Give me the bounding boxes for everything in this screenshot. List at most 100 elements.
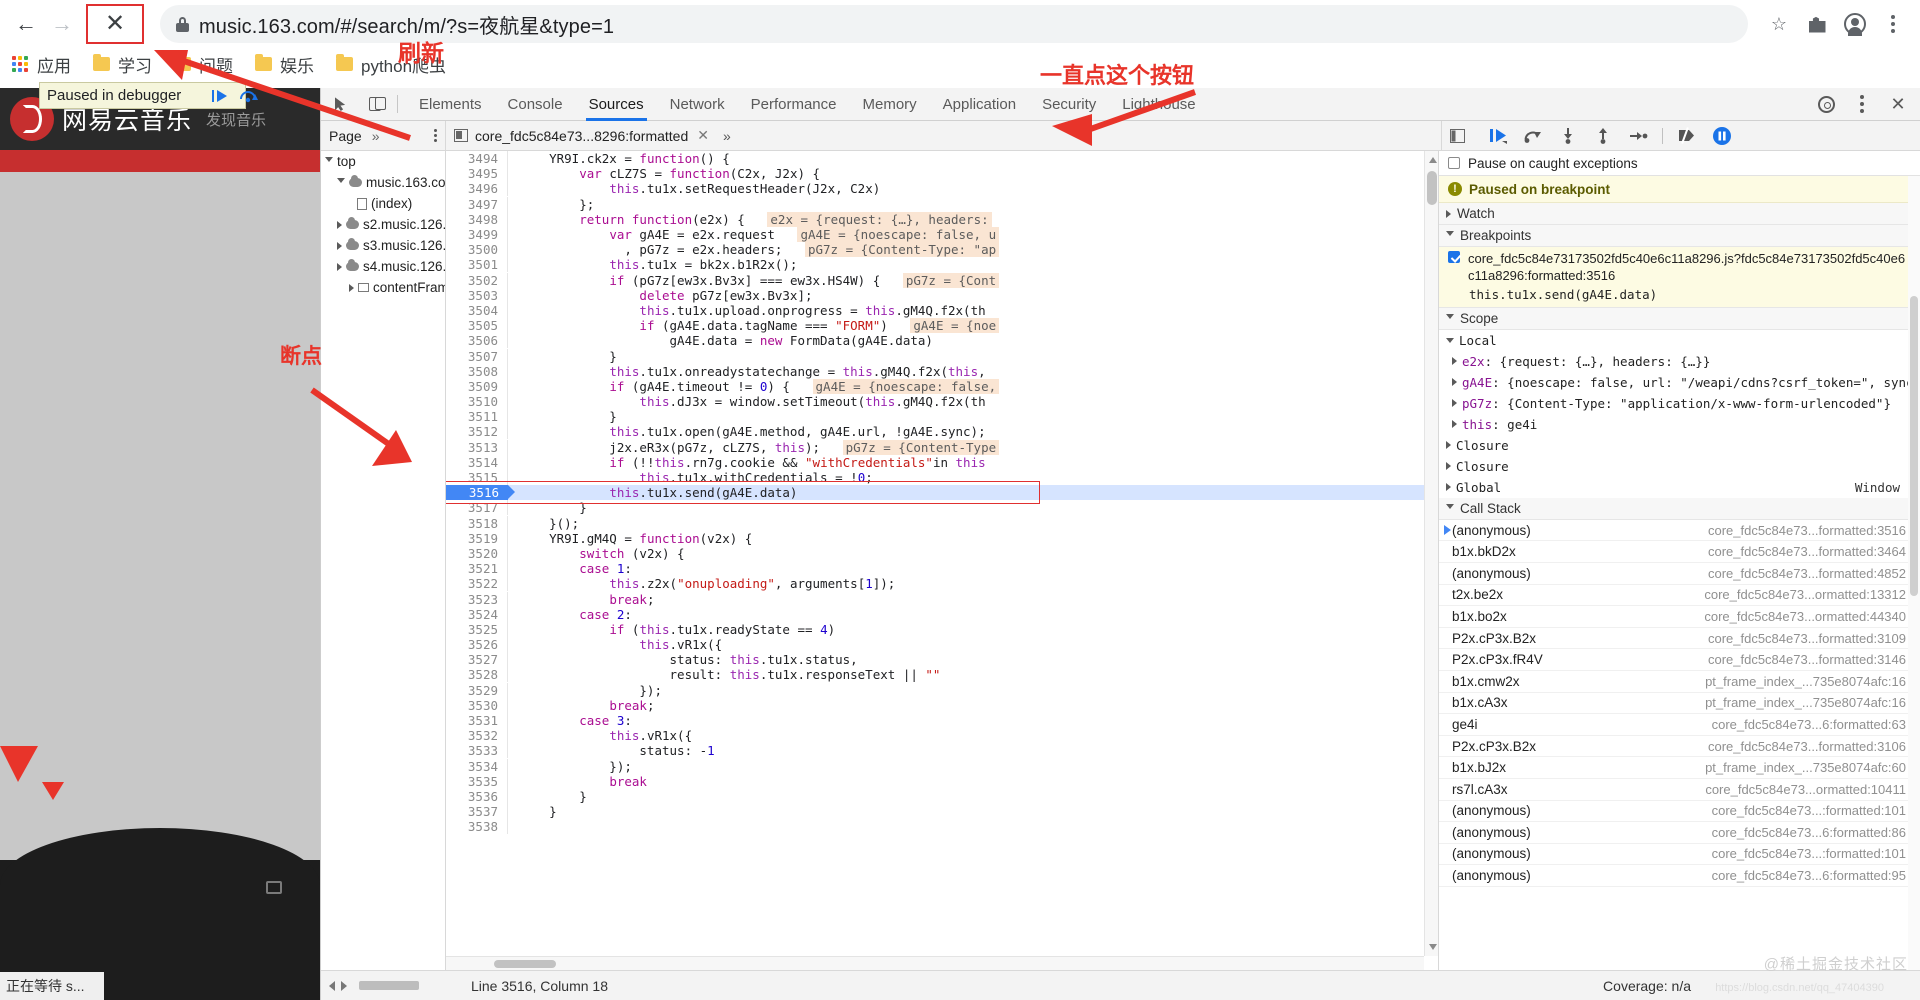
code-line[interactable]: 3518 }(); [446, 515, 1424, 531]
expand-triangle-icon[interactable] [1452, 420, 1457, 429]
call-stack-row[interactable]: b1x.bkD2x core_fdc5c84e73...formatted:346… [1439, 541, 1920, 563]
scope-variable-row[interactable]: gA4E: {noescape: false, url: "/weapi/cdn… [1439, 372, 1920, 393]
code-line[interactable]: 3499 var gA4E = e2x.request gA4E = {noes… [446, 227, 1424, 243]
tab-sources[interactable]: Sources [576, 88, 657, 121]
line-number[interactable]: 3509 [446, 378, 508, 394]
line-number[interactable]: 3522 [446, 576, 508, 592]
code-line[interactable]: 3515 this.tu1x.withCredentials = !0; [446, 470, 1424, 486]
code-line[interactable]: 3537 } [446, 804, 1424, 820]
code-line[interactable]: 3524 case 2: [446, 606, 1424, 622]
code-line[interactable]: 3513 j2x.eR3x(pG7z, cLZ7S, this); pG7z =… [446, 439, 1424, 455]
line-number[interactable]: 3523 [446, 591, 508, 607]
call-stack-row[interactable]: t2x.be2x core_fdc5c84e73...ormatted:13312 [1439, 585, 1920, 607]
bookmark-folder-1[interactable]: 学习 [93, 52, 152, 77]
code-line[interactable]: 3535 break [446, 773, 1424, 789]
call-stack-row[interactable]: P2x.cP3x.B2x core_fdc5c84e73...formatted:… [1439, 628, 1920, 650]
code-line[interactable]: 3519 YR9I.gM4Q = function(v2x) { [446, 530, 1424, 546]
expand-triangle-icon[interactable] [1446, 441, 1451, 450]
line-number[interactable]: 3512 [446, 424, 508, 440]
breakpoint-item[interactable]: core_fdc5c84e73173502fd5c40e6c11a8296.js… [1439, 247, 1920, 308]
line-number[interactable]: 3519 [446, 530, 508, 546]
line-number[interactable]: 3526 [446, 637, 508, 653]
line-number[interactable]: 3511 [446, 409, 508, 425]
line-number[interactable]: 3532 [446, 728, 508, 744]
call-stack-row[interactable]: b1x.bJ2x pt_frame_index_...735e8074afc:60 [1439, 757, 1920, 779]
section-breakpoints[interactable]: Breakpoints [1439, 225, 1920, 247]
code-line[interactable]: 3517 } [446, 500, 1424, 516]
resume-script-execution-icon[interactable] [1487, 125, 1509, 147]
scroll-down-icon[interactable] [1429, 944, 1437, 950]
file-tab-label[interactable]: core_fdc5c84e73...8296:formatted [475, 128, 688, 144]
code-line[interactable]: 3504 this.tu1x.upload.onprogress = this.… [446, 302, 1424, 318]
call-stack-row[interactable]: b1x.bo2x core_fdc5c84e73...ormatted:44340 [1439, 606, 1920, 628]
call-stack-row[interactable]: (anonymous) core_fdc5c84e73...formatted:4… [1439, 563, 1920, 585]
tree-item-s2[interactable]: s2.music.126.net [321, 214, 445, 235]
close-devtools-icon[interactable]: ✕ [1884, 90, 1912, 118]
code-line[interactable]: 3536 } [446, 788, 1424, 804]
call-stack-list[interactable]: (anonymous) core_fdc5c84e73...formatted:3… [1439, 520, 1920, 887]
line-number[interactable]: 3498 [446, 211, 508, 227]
scope-variable-row[interactable]: this: ge4i [1439, 414, 1920, 435]
devtools-menu-icon[interactable] [1848, 90, 1876, 118]
step-over-icon[interactable] [238, 86, 258, 106]
deactivate-breakpoints-icon[interactable] [1676, 125, 1698, 147]
expand-triangle-icon[interactable] [337, 241, 342, 250]
call-stack-row[interactable]: ge4i core_fdc5c84e73...6:formatted:63 [1439, 714, 1920, 736]
call-stack-row[interactable]: (anonymous) core_fdc5c84e73...:formatted:… [1439, 844, 1920, 866]
paused-overlay-controls[interactable] [210, 82, 258, 109]
code-line-active[interactable]: 3516 this.tu1x.send(gA4E.data) [446, 485, 1424, 501]
code-line[interactable]: 3496 this.tu1x.setRequestHeader(J2x, C2x… [446, 181, 1424, 197]
device-toolbar-icon[interactable] [361, 90, 389, 118]
line-number[interactable]: 3506 [446, 333, 508, 349]
code-line[interactable]: 3497 }; [446, 196, 1424, 212]
profile-avatar-icon[interactable] [1838, 7, 1872, 41]
resume-script-icon[interactable] [210, 86, 230, 106]
line-number[interactable]: 3531 [446, 713, 508, 729]
pause-on-caught-exceptions-row[interactable]: Pause on caught exceptions [1439, 151, 1920, 176]
tab-performance[interactable]: Performance [738, 88, 850, 121]
code-line[interactable]: 3512 this.tu1x.open(gA4E.method, gA4E.ur… [446, 424, 1424, 440]
code-line[interactable]: 3521 case 1: [446, 561, 1424, 577]
call-stack-row[interactable]: b1x.cA3x pt_frame_index_...735e8074afc:16 [1439, 693, 1920, 715]
bookmark-folder-4[interactable]: python爬虫 [336, 52, 446, 77]
line-number[interactable]: 3501 [446, 257, 508, 273]
forward-button[interactable]: → [44, 6, 80, 42]
step-icon[interactable] [1627, 125, 1649, 147]
line-number[interactable]: 3529 [446, 682, 508, 698]
code-line[interactable]: 3534 }); [446, 758, 1424, 774]
line-number[interactable]: 3496 [446, 181, 508, 197]
breakpoint-enabled-checkbox[interactable] [1448, 251, 1460, 263]
code-line[interactable]: 3506 gA4E.data = new FormData(gA4E.data) [446, 333, 1424, 349]
code-line[interactable]: 3514 if (!!this.rn7g.cookie && "withCred… [446, 454, 1424, 470]
file-tabs-more-icon[interactable]: » [723, 128, 731, 144]
line-number[interactable]: 3505 [446, 318, 508, 334]
collapse-triangle-icon[interactable] [1446, 313, 1454, 323]
line-number[interactable]: 3527 [446, 652, 508, 668]
scope-closure-row[interactable]: Closure [1439, 456, 1920, 477]
next-icon[interactable] [341, 980, 347, 991]
section-scope[interactable]: Scope [1439, 307, 1920, 330]
extensions-puzzle-icon[interactable] [1800, 7, 1834, 41]
web-page-viewport[interactable]: 网易云音乐 发现音乐 正在等待 s... [0, 88, 320, 1000]
scope-variable-row[interactable]: pG7z: {Content-Type: "application/x-www-… [1439, 393, 1920, 414]
line-number[interactable]: 3537 [446, 804, 508, 820]
code-line[interactable]: 3505 if (gA4E.data.tagName === "FORM") g… [446, 318, 1424, 334]
line-number[interactable]: 3535 [446, 773, 508, 789]
line-number[interactable]: 3533 [446, 743, 508, 759]
step-out-of-current-function-icon[interactable] [1592, 125, 1614, 147]
pause-on-caught-exceptions-checkbox[interactable] [1448, 157, 1460, 169]
address-bar[interactable]: music.163.com/#/search/m/?s=夜航星&type=1 [160, 5, 1748, 43]
call-stack-row[interactable]: (anonymous) core_fdc5c84e73...6:formatted… [1439, 865, 1920, 887]
code-line[interactable]: 3495 var cLZ7S = function(C2x, J2x) { [446, 166, 1424, 182]
scrollbar-thumb[interactable] [1427, 171, 1437, 205]
line-number[interactable]: 3536 [446, 788, 508, 804]
scrollbar-thumb[interactable] [1910, 296, 1918, 596]
tree-item-music163[interactable]: music.163.com [321, 172, 445, 193]
tab-memory[interactable]: Memory [850, 88, 930, 121]
collapse-triangle-icon[interactable] [1446, 337, 1454, 343]
line-number[interactable]: 3507 [446, 348, 508, 364]
code-line[interactable]: 3525 if (this.tu1x.readyState == 4) [446, 621, 1424, 637]
expand-triangle-icon[interactable] [337, 220, 342, 229]
line-number[interactable]: 3494 [446, 151, 508, 167]
editor-horizontal-scrollbar[interactable] [446, 956, 1424, 970]
